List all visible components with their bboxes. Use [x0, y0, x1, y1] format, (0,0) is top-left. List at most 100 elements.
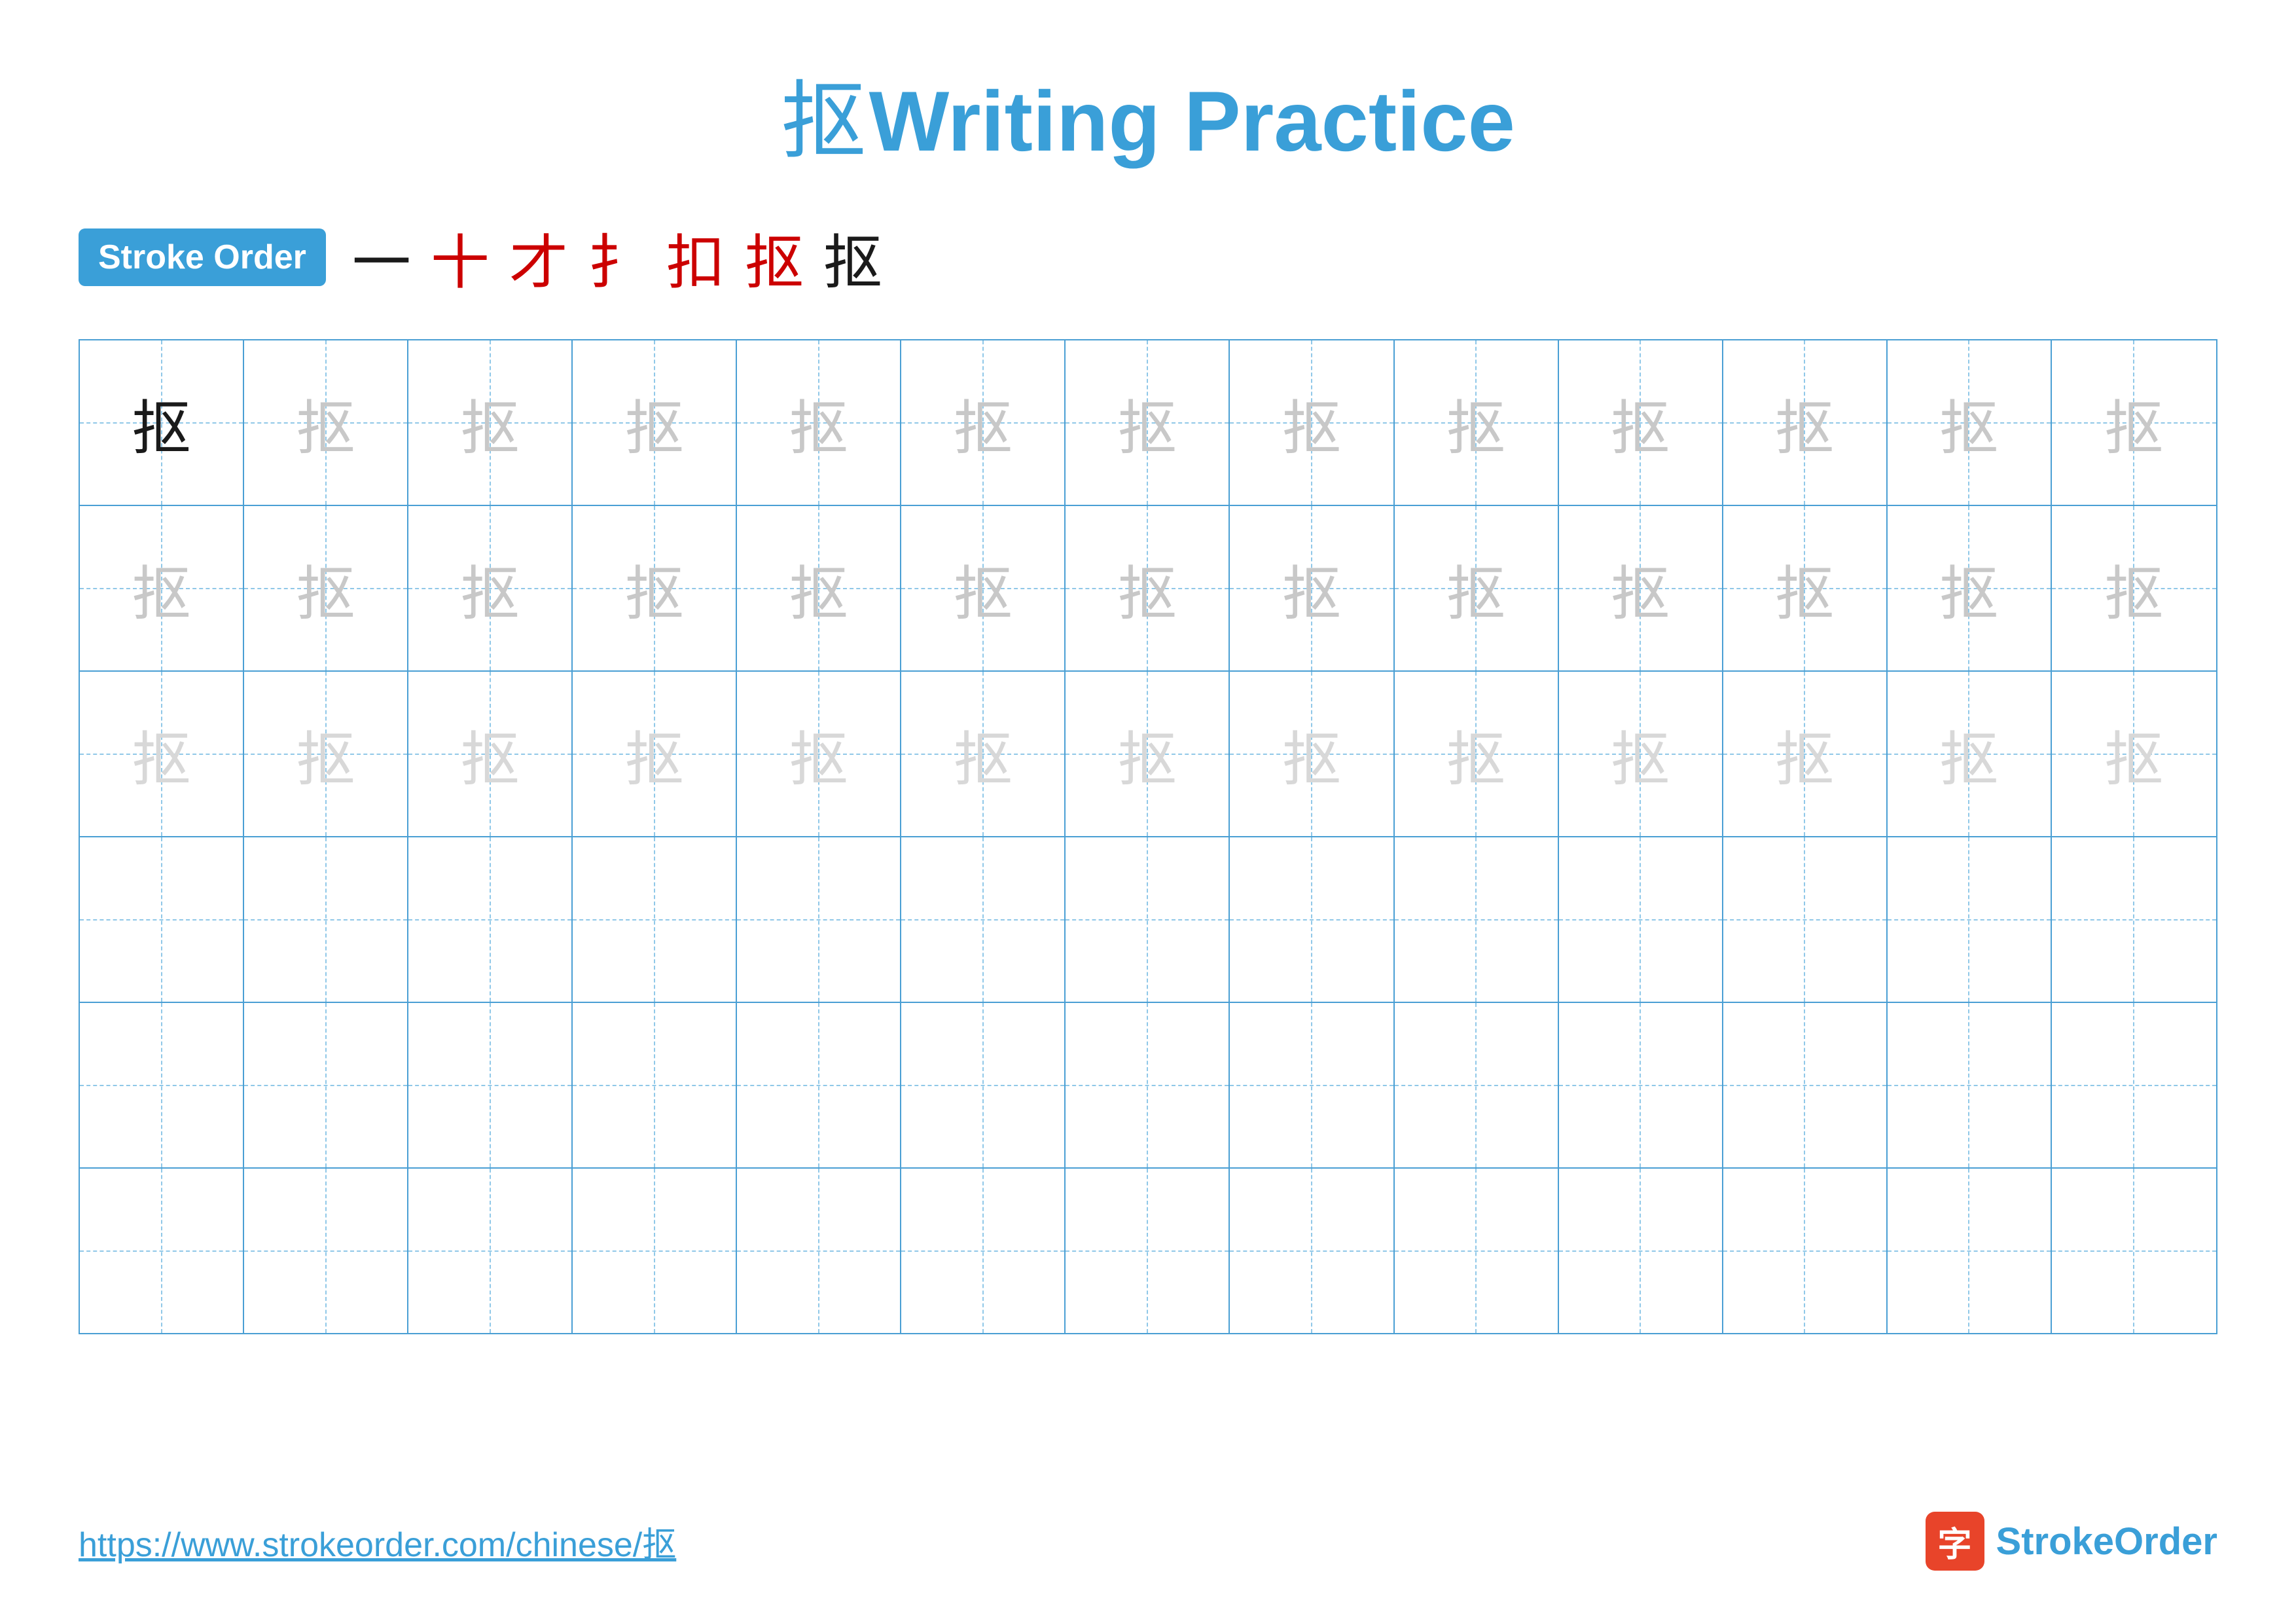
- cell-r5-c1[interactable]: [80, 1003, 244, 1167]
- cell-r3-c3: 抠: [408, 672, 573, 836]
- stroke-2: 十: [431, 215, 490, 300]
- footer-url[interactable]: https://www.strokeorder.com/chinese/抠: [79, 1517, 676, 1566]
- cell-r5-c10[interactable]: [1559, 1003, 1723, 1167]
- cell-r6-c3[interactable]: [408, 1169, 573, 1333]
- cell-r1-c9: 抠: [1395, 340, 1559, 505]
- cell-r6-c7[interactable]: [1066, 1169, 1230, 1333]
- cell-r4-c12[interactable]: [1888, 837, 2052, 1002]
- stroke-4: 扌: [588, 215, 647, 300]
- cell-r5-c5[interactable]: [737, 1003, 901, 1167]
- cell-r6-c12[interactable]: [1888, 1169, 2052, 1333]
- cell-r2-c10: 抠: [1559, 506, 1723, 670]
- title-row: 抠 Writing Practice: [79, 52, 2217, 175]
- cell-r4-c4[interactable]: [573, 837, 737, 1002]
- cell-r3-c11: 抠: [1723, 672, 1888, 836]
- cell-r3-c1: 抠: [80, 672, 244, 836]
- cell-r5-c2[interactable]: [244, 1003, 408, 1167]
- logo-text-part1: Stroke: [1996, 1520, 2115, 1563]
- cell-r2-c12: 抠: [1888, 506, 2052, 670]
- cell-r4-c8[interactable]: [1230, 837, 1394, 1002]
- cell-r1-c11: 抠: [1723, 340, 1888, 505]
- title-text: Writing Practice: [869, 73, 1515, 169]
- grid-row-6: [80, 1169, 2216, 1333]
- cell-r1-c4: 抠: [573, 340, 737, 505]
- cell-r3-c9: 抠: [1395, 672, 1559, 836]
- cell-r2-c3: 抠: [408, 506, 573, 670]
- logo-text: StrokeOrder: [1996, 1520, 2217, 1563]
- cell-r6-c5[interactable]: [737, 1169, 901, 1333]
- cell-r6-c2[interactable]: [244, 1169, 408, 1333]
- stroke-order-row: Stroke Order 一 十 才 扌 扣 抠 抠: [79, 215, 2217, 300]
- cell-r1-c7: 抠: [1066, 340, 1230, 505]
- cell-r6-c11[interactable]: [1723, 1169, 1888, 1333]
- grid-row-5: [80, 1003, 2216, 1169]
- cell-r4-c5[interactable]: [737, 837, 901, 1002]
- cell-r3-c13: 抠: [2052, 672, 2216, 836]
- page: 抠 Writing Practice Stroke Order 一 十 才 扌 …: [0, 0, 2296, 1623]
- cell-r1-c5: 抠: [737, 340, 901, 505]
- cell-r4-c3[interactable]: [408, 837, 573, 1002]
- cell-r4-c1[interactable]: [80, 837, 244, 1002]
- cell-r5-c11[interactable]: [1723, 1003, 1888, 1167]
- cell-r1-c12: 抠: [1888, 340, 2052, 505]
- footer: https://www.strokeorder.com/chinese/抠 字 …: [79, 1512, 2217, 1571]
- cell-r5-c4[interactable]: [573, 1003, 737, 1167]
- cell-r5-c3[interactable]: [408, 1003, 573, 1167]
- cell-r2-c5: 抠: [737, 506, 901, 670]
- grid-row-3: 抠 抠 抠 抠 抠 抠 抠 抠 抠 抠 抠 抠 抠: [80, 672, 2216, 837]
- cell-r4-c13[interactable]: [2052, 837, 2216, 1002]
- cell-r5-c7[interactable]: [1066, 1003, 1230, 1167]
- cell-r3-c2: 抠: [244, 672, 408, 836]
- cell-r5-c13[interactable]: [2052, 1003, 2216, 1167]
- cell-r1-c3: 抠: [408, 340, 573, 505]
- cell-r6-c9[interactable]: [1395, 1169, 1559, 1333]
- cell-r4-c6[interactable]: [901, 837, 1066, 1002]
- cell-r2-c6: 抠: [901, 506, 1066, 670]
- cell-r4-c10[interactable]: [1559, 837, 1723, 1002]
- writing-grid: 抠 抠 抠 抠 抠 抠 抠 抠 抠 抠 抠 抠 抠 抠 抠 抠 抠 抠 抠 抠 …: [79, 339, 2217, 1334]
- cell-r3-c10: 抠: [1559, 672, 1723, 836]
- grid-row-1: 抠 抠 抠 抠 抠 抠 抠 抠 抠 抠 抠 抠 抠: [80, 340, 2216, 506]
- stroke-5: 扣: [666, 215, 725, 300]
- cell-r5-c6[interactable]: [901, 1003, 1066, 1167]
- cell-r3-c12: 抠: [1888, 672, 2052, 836]
- cell-r5-c9[interactable]: [1395, 1003, 1559, 1167]
- footer-logo: 字 StrokeOrder: [1926, 1512, 2217, 1571]
- stroke-chars: 一 十 才 扌 扣 抠 抠: [352, 215, 882, 300]
- stroke-6: 抠: [745, 215, 804, 300]
- stroke-1: 一: [352, 215, 411, 300]
- cell-r4-c2[interactable]: [244, 837, 408, 1002]
- cell-r2-c4: 抠: [573, 506, 737, 670]
- cell-r6-c8[interactable]: [1230, 1169, 1394, 1333]
- cell-r3-c6: 抠: [901, 672, 1066, 836]
- logo-text-part2: Order: [2114, 1520, 2217, 1563]
- grid-row-4: [80, 837, 2216, 1003]
- logo-char: 字: [1938, 1517, 1972, 1566]
- cell-r4-c7[interactable]: [1066, 837, 1230, 1002]
- cell-r2-c11: 抠: [1723, 506, 1888, 670]
- cell-r6-c13[interactable]: [2052, 1169, 2216, 1333]
- cell-r1-c8: 抠: [1230, 340, 1394, 505]
- stroke-7: 抠: [823, 215, 882, 300]
- cell-r1-c1: 抠: [80, 340, 244, 505]
- cell-r6-c10[interactable]: [1559, 1169, 1723, 1333]
- cell-r5-c8[interactable]: [1230, 1003, 1394, 1167]
- cell-r2-c8: 抠: [1230, 506, 1394, 670]
- cell-r1-c10: 抠: [1559, 340, 1723, 505]
- cell-r2-c1: 抠: [80, 506, 244, 670]
- cell-r6-c6[interactable]: [901, 1169, 1066, 1333]
- cell-r3-c5: 抠: [737, 672, 901, 836]
- cell-r6-c1[interactable]: [80, 1169, 244, 1333]
- cell-r5-c12[interactable]: [1888, 1003, 2052, 1167]
- cell-r4-c11[interactable]: [1723, 837, 1888, 1002]
- cell-r1-c13: 抠: [2052, 340, 2216, 505]
- cell-r2-c9: 抠: [1395, 506, 1559, 670]
- stroke-order-badge: Stroke Order: [79, 228, 326, 286]
- cell-r6-c4[interactable]: [573, 1169, 737, 1333]
- cell-r4-c9[interactable]: [1395, 837, 1559, 1002]
- stroke-3: 才: [509, 215, 568, 300]
- cell-r3-c8: 抠: [1230, 672, 1394, 836]
- cell-r2-c13: 抠: [2052, 506, 2216, 670]
- cell-r3-c4: 抠: [573, 672, 737, 836]
- cell-r2-c7: 抠: [1066, 506, 1230, 670]
